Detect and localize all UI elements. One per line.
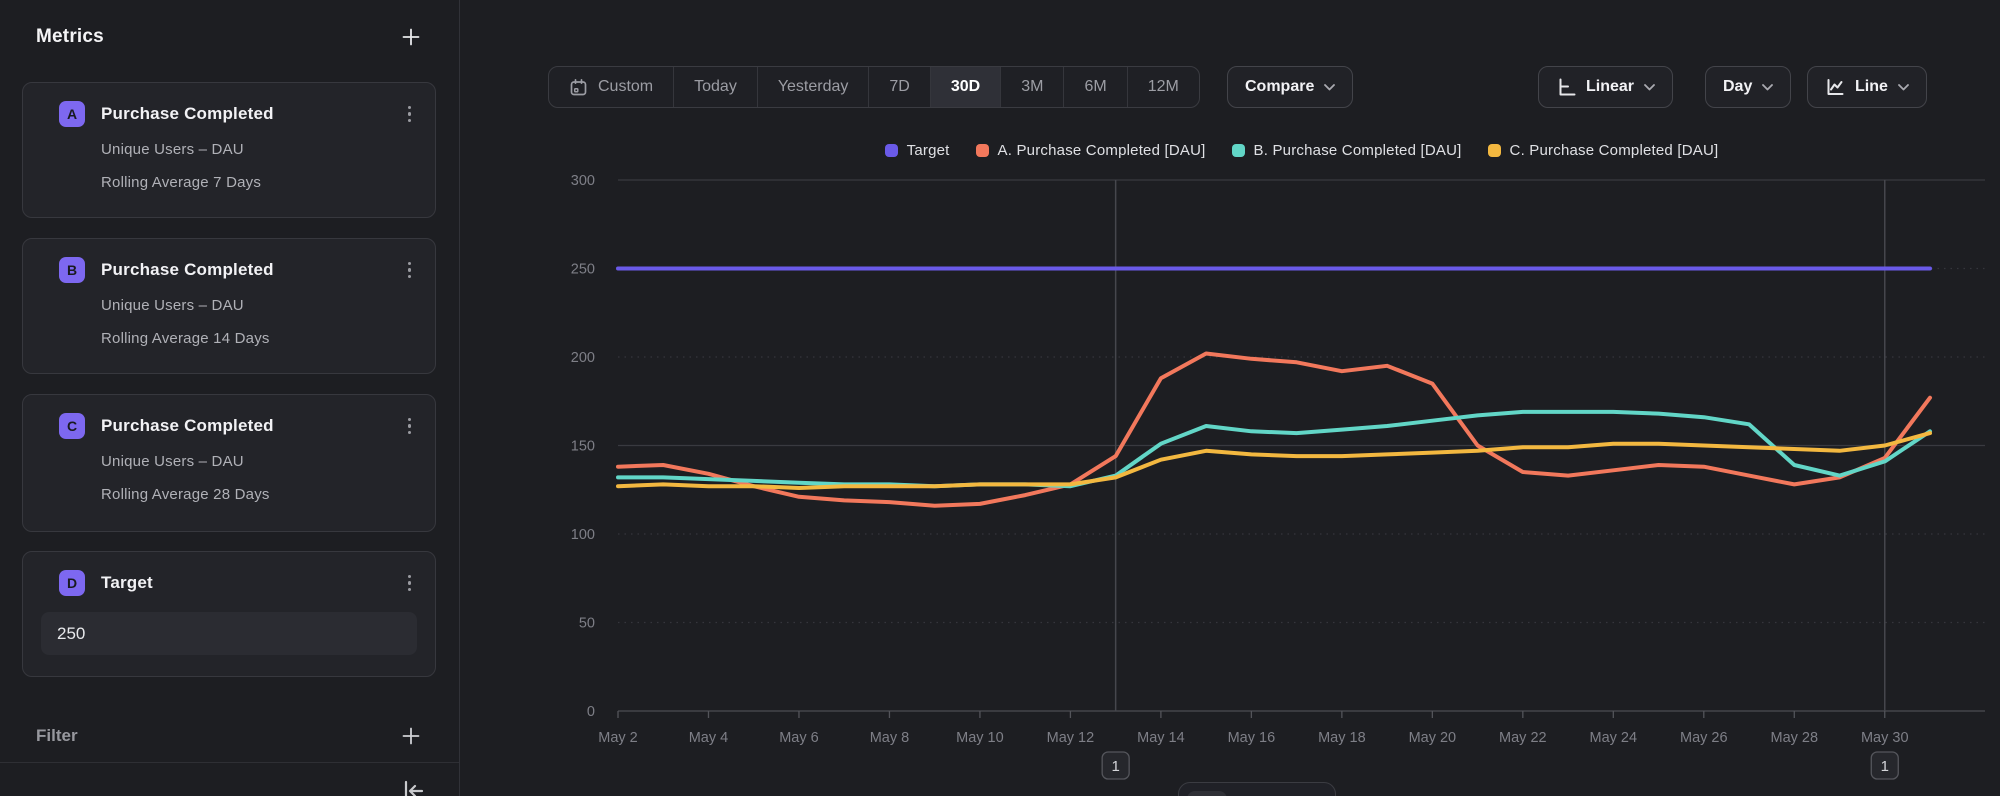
x-axis-tick-label: May 28 xyxy=(1770,730,1818,746)
x-axis-tick-label: May 26 xyxy=(1680,730,1728,746)
line-chart[interactable]: 0 50 100 150 200 250 300 May 2 May 4 May 6 May 8 Ma… xyxy=(460,0,2000,796)
x-axis-tick-label: May 14 xyxy=(1137,730,1185,746)
metric-menu-button[interactable] xyxy=(404,258,416,283)
x-axis-tick-label: May 8 xyxy=(870,730,910,746)
x-axis-tick-label: May 18 xyxy=(1318,730,1366,746)
metric-menu-button[interactable] xyxy=(404,102,416,127)
y-axis-tick-label: 200 xyxy=(571,350,595,366)
metric-title: Purchase Completed xyxy=(101,260,274,280)
metric-badge-b: B xyxy=(59,257,85,283)
y-axis-tick-label: 0 xyxy=(587,704,595,720)
x-axis-tick-label: May 2 xyxy=(598,730,638,746)
metric-title: Purchase Completed xyxy=(101,104,274,124)
x-axis-tick-label: May 24 xyxy=(1590,730,1638,746)
x-axis-tick-label: May 30 xyxy=(1861,730,1909,746)
x-axis-tick-label: May 12 xyxy=(1047,730,1095,746)
target-value-input[interactable] xyxy=(41,612,417,655)
metric-transform[interactable]: Rolling Average 14 Days xyxy=(101,330,417,347)
metric-menu-button[interactable] xyxy=(404,571,416,596)
metric-title: Purchase Completed xyxy=(101,416,274,436)
series-line[interactable] xyxy=(618,433,1930,488)
y-axis-tick-label: 100 xyxy=(571,527,595,543)
sidebar-divider xyxy=(0,762,459,763)
chart-view-line-button[interactable] xyxy=(1187,791,1227,796)
x-axis-tick-label: May 20 xyxy=(1409,730,1457,746)
target-title: Target xyxy=(101,573,153,593)
metric-badge-a: A xyxy=(59,101,85,127)
x-axis-tick-label: May 16 xyxy=(1228,730,1276,746)
metric-menu-button[interactable] xyxy=(404,414,416,439)
metric-measure[interactable]: Unique Users – DAU xyxy=(101,453,417,470)
metrics-title: Metrics xyxy=(36,26,104,48)
metric-card-c[interactable]: C Purchase Completed Unique Users – DAU … xyxy=(22,394,436,532)
metrics-header: Metrics xyxy=(36,26,421,48)
target-card[interactable]: D Target xyxy=(22,551,436,677)
plus-icon xyxy=(401,726,421,746)
x-axis-tick-label: May 22 xyxy=(1499,730,1547,746)
chart-bottom-toolbar xyxy=(1178,782,1336,796)
y-axis-tick-label: 150 xyxy=(571,439,595,455)
filter-title: Filter xyxy=(36,726,78,746)
y-axis-tick-label: 50 xyxy=(579,616,595,632)
x-axis-tick-label: May 6 xyxy=(779,730,819,746)
chart-view-table-button[interactable] xyxy=(1287,791,1327,796)
collapse-sidebar-button[interactable] xyxy=(400,778,426,796)
metrics-report-page: Metrics A Purchase Completed Unique User… xyxy=(0,0,2000,796)
filter-section: Filter xyxy=(36,726,421,746)
metric-transform[interactable]: Rolling Average 28 Days xyxy=(101,486,417,503)
metric-card-a[interactable]: A Purchase Completed Unique Users – DAU … xyxy=(22,82,436,218)
annotation-marker-label: 1 xyxy=(1881,758,1889,775)
chart-view-bar-button[interactable] xyxy=(1237,791,1277,796)
add-filter-button[interactable] xyxy=(401,726,421,746)
metric-transform[interactable]: Rolling Average 7 Days xyxy=(101,174,417,191)
series-line[interactable] xyxy=(618,412,1930,486)
metric-badge-d: D xyxy=(59,570,85,596)
metric-measure[interactable]: Unique Users – DAU xyxy=(101,297,417,314)
annotation-marker-label: 1 xyxy=(1111,758,1119,775)
metrics-sidebar: Metrics A Purchase Completed Unique User… xyxy=(0,0,460,796)
x-axis-tick-label: May 10 xyxy=(956,730,1004,746)
y-axis-tick-label: 250 xyxy=(571,262,595,278)
plus-icon xyxy=(401,27,421,47)
y-axis-tick-label: 300 xyxy=(571,173,595,189)
metric-card-b[interactable]: B Purchase Completed Unique Users – DAU … xyxy=(22,238,436,374)
metric-measure[interactable]: Unique Users – DAU xyxy=(101,141,417,158)
metric-badge-c: C xyxy=(59,413,85,439)
collapse-panel-icon xyxy=(400,778,426,796)
add-metric-button[interactable] xyxy=(401,27,421,47)
x-axis-tick-label: May 4 xyxy=(689,730,729,746)
